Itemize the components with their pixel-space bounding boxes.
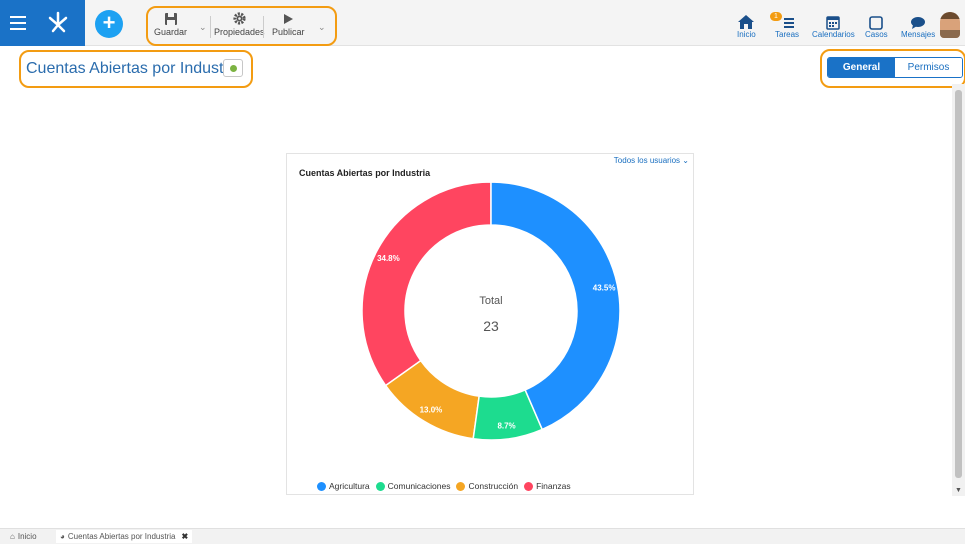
bottom-tab-bar: ⌂ Inicio ◕ Cuentas Abiertas por Industri… [0,528,965,544]
case-square-icon [869,12,884,30]
legend-item[interactable]: Construcción [456,481,518,491]
donut-data-label: 34.8% [377,254,400,263]
legend-swatch [524,481,534,491]
nav-home[interactable]: Inicio [737,12,756,39]
donut-slice-finanzas[interactable] [361,181,492,387]
donut-data-label: 13.0% [420,406,443,415]
legend-label: Comunicaciones [387,481,451,491]
pie-chart-icon: ◕ [60,532,65,541]
nav-calendars[interactable]: Calendarios [812,12,855,39]
legend-label: Agricultura [329,481,370,491]
bottom-tab-home[interactable]: ⌂ Inicio [10,532,37,541]
nav-tasks-label: Tareas [775,30,800,39]
nav-tasks[interactable]: 1 Tareas [770,12,800,39]
chart-legend: Agricultura Comunicaciones Construcción Fin… [317,481,577,491]
brand-area [0,0,85,46]
close-icon[interactable]: ✖ [181,532,188,541]
legend-swatch [375,481,385,491]
nav-messages[interactable]: Mensajes [901,12,935,39]
legend-item[interactable]: Finanzas [524,481,571,491]
nav-messages-label: Mensajes [901,30,936,39]
tab-permissions[interactable]: Permisos [895,58,962,77]
legend-swatch [456,481,466,491]
scrollbar-thumb[interactable] [955,90,962,478]
donut-chart: Total 23 43.5% 8.7% 13.0% 34.8% [361,181,621,441]
donut-data-label: 8.7% [497,421,515,430]
view-tabs: General Permisos [827,57,963,78]
status-dot-icon [230,65,237,72]
nav-home-label: Inicio [737,30,756,39]
status-indicator[interactable] [223,59,243,77]
user-avatar[interactable] [940,12,960,38]
tab-general[interactable]: General [828,58,895,77]
donut-center-label: Total [479,295,502,307]
legend-label: Finanzas [536,481,571,491]
donut-data-label: 43.5% [593,284,616,293]
top-toolbar: + Guardar ⌄ Propiedades Publicar ⌄ Inici… [0,0,965,46]
hamburger-menu-icon[interactable] [10,12,26,34]
chart-card: Todos los usuarios ⌄ Cuentas Abiertas po… [286,153,694,495]
legend-swatch [317,481,326,491]
legend-item[interactable]: Comunicaciones [375,481,451,491]
toolbar-highlight [146,6,337,46]
nav-cases-label: Casos [865,30,888,39]
page-title: Cuentas Abiertas por Industria [26,60,242,77]
chat-bubble-icon [910,12,926,30]
new-button[interactable]: + [95,10,123,38]
calendar-icon [826,12,841,30]
donut-center-value: 23 [483,318,499,334]
vertical-scrollbar[interactable]: ▼ [952,84,965,496]
bottom-tab-home-label: Inicio [17,532,37,541]
bottom-tab-report-label: Cuentas Abiertas por Industria [67,532,176,541]
donut-slice-agricultura[interactable] [490,181,621,431]
tasks-list-icon: 1 [770,12,795,30]
home-icon: ⌂ [10,532,15,541]
legend-label: Construcción [468,481,519,491]
nav-calendars-label: Calendarios [812,30,855,39]
scroll-down-arrow-icon[interactable]: ▼ [955,487,962,494]
legend-item[interactable]: Agricultura [317,481,370,491]
nav-cases[interactable]: Casos [865,12,888,39]
app-logo-icon[interactable] [44,9,72,35]
home-icon [737,12,755,30]
tasks-badge: 1 [770,12,782,21]
bottom-tab-report[interactable]: ◕ Cuentas Abiertas por Industria ✖ [56,530,193,543]
